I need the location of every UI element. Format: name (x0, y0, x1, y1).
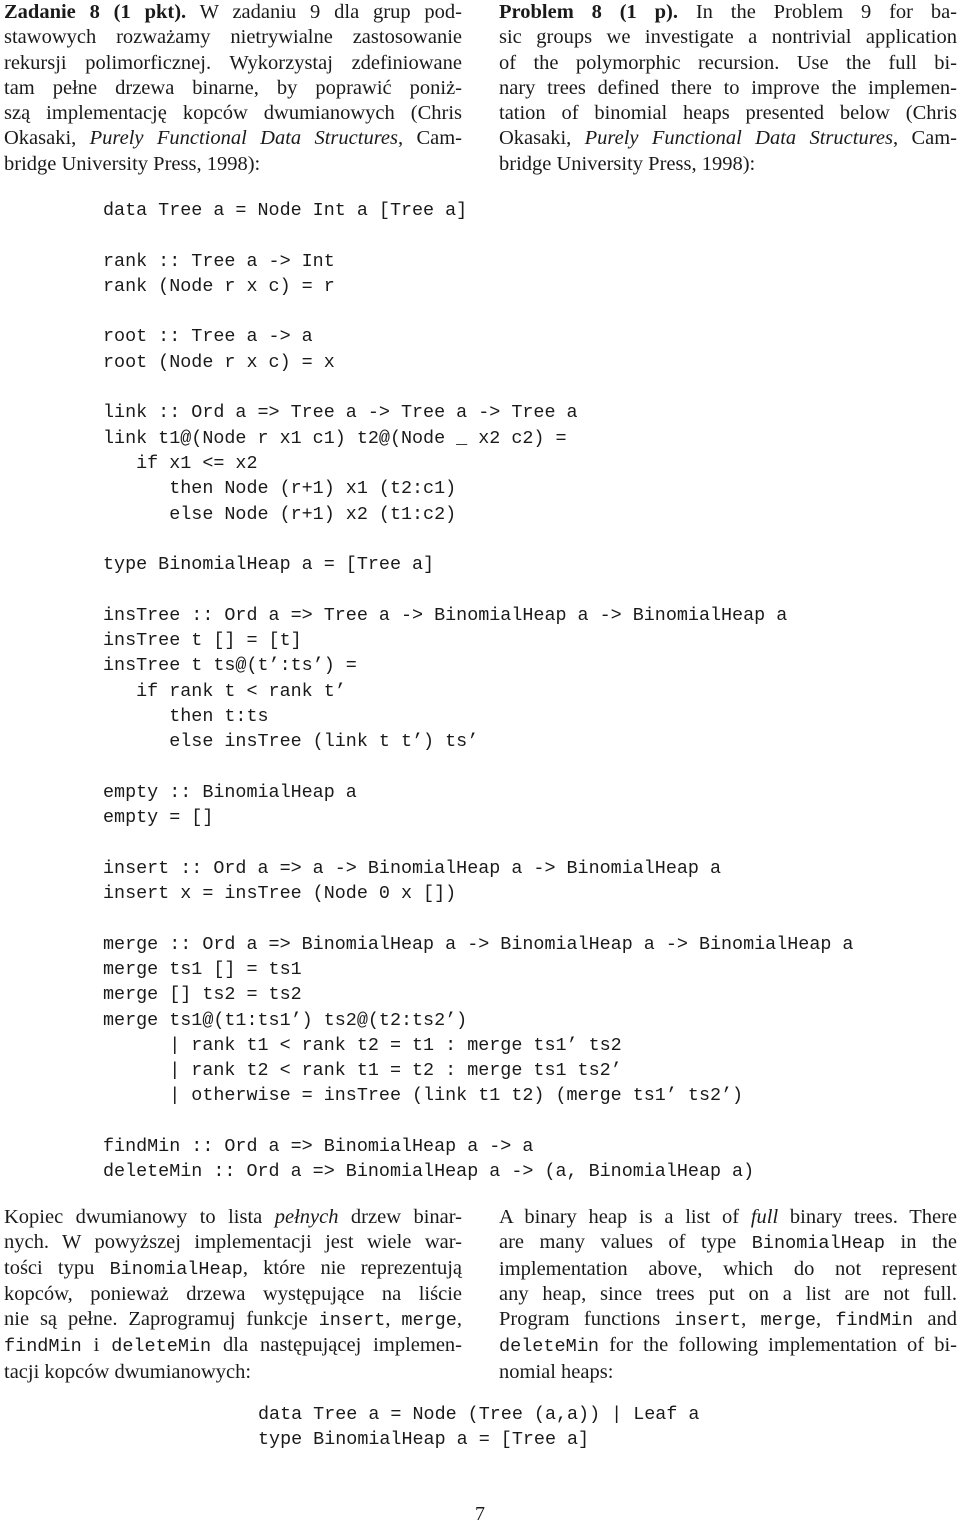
code-line: else insTree (link t t’) ts’ (103, 731, 479, 753)
code-line: insTree t ts@(t’:ts’) = (103, 655, 357, 677)
code-line: then Node (r+1) x1 (t2:c1) (103, 478, 457, 500)
inline-code: deleteMin (499, 1336, 599, 1358)
code-line: type BinomialHeap a = [Tree a] (258, 1429, 590, 1451)
code-line: empty :: BinomialHeap a (103, 781, 357, 803)
code-line: | rank t1 < rank t2 = t1 : merge ts1’ ts… (103, 1034, 622, 1056)
code-line: if x1 <= x2 (103, 452, 258, 474)
text-line: Kopiec dwumianowy to lista pełnych drzew… (4, 1206, 462, 1228)
code-line: merge ts1@(t1:ts1’) ts2@(t2:ts2’) (103, 1009, 468, 1031)
text-line: implementation above, which do not repre… (499, 1257, 957, 1280)
inline-code: merge (760, 1310, 816, 1332)
inline-code: BinomialHeap (109, 1258, 243, 1280)
code-line: rank (Node r x c) = r (103, 275, 335, 297)
code-listing-binomial-heap: data Tree a = Node Int a [Tree a]rank ::… (103, 198, 853, 1185)
text-line: Okasaki, Purely Functional Data Structur… (499, 127, 958, 150)
code-line: | otherwise = insTree (link t1 t2) (merg… (103, 1085, 744, 1107)
book-title: Purely Functional Data Structures (584, 127, 893, 150)
code-line: link t1@(Node r x1 c1) t2@(Node _ x2 c2)… (103, 427, 567, 449)
problem-statement-polish: Zadanie 8 (1 pkt). W zadaniu 9 dla grup … (4, 0, 462, 177)
text-line: bridge University Press, 1998): (4, 152, 261, 175)
text-line: A binary heap is a list of full binary t… (499, 1206, 958, 1228)
code-line: | rank t2 < rank t1 = t2 : merge ts1 ts2… (103, 1060, 622, 1082)
inline-code: findMin (4, 1336, 82, 1358)
code-line: insert x = insTree (Node 0 x []) (103, 883, 457, 905)
text-line: findMin i deleteMin dla następującej imp… (4, 1334, 462, 1358)
code-line: deleteMin :: Ord a => BinomialHeap a -> … (103, 1161, 755, 1183)
text-line: szą implementację kopców dwumianowych (C… (4, 102, 462, 125)
inline-code: insert (318, 1310, 386, 1332)
code-line: merge ts1 [] = ts1 (103, 958, 302, 980)
page-number: 7 (475, 1503, 485, 1525)
code-line: root :: Tree a -> a (103, 326, 313, 348)
code-listing-full-binary-tree: data Tree a = Node (Tree (a,a)) | Leaf a… (258, 1402, 699, 1453)
code-line: data Tree a = Node Int a [Tree a] (103, 200, 468, 221)
text-line: bridge University Press, 1998): (499, 152, 756, 175)
book-title: Purely Functional Data Structures (89, 127, 398, 150)
task-description-polish: Kopiec dwumianowy to lista pełnych drzew… (4, 1205, 462, 1385)
text-line: deleteMin for the following implementati… (499, 1334, 957, 1358)
text-line: Zadanie 8 (1 pkt). W zadaniu 9 dla grup … (4, 1, 462, 23)
task-description-english: A binary heap is a list of full binary t… (499, 1205, 957, 1385)
text-line: kopców, ponieważ drzewa występujące na l… (4, 1282, 462, 1305)
problem-statement-english: Problem 8 (1 p). In the Problem 9 for ba… (499, 0, 957, 177)
text-line: of the polymorphic recursion. Use the fu… (499, 51, 957, 74)
emphasis: pełnych (274, 1206, 339, 1228)
code-line: root (Node r x c) = x (103, 351, 335, 373)
text-line: rekursji polimorficznej. Wykorzystaj zde… (4, 51, 462, 74)
text-line: nie są pełne. Zaprogramuj funkcje insert… (4, 1308, 463, 1332)
text-line: tacji kopców dwumianowych: (4, 1360, 252, 1383)
text-line: tam pełne drzewa binarne, by poprawić po… (4, 76, 462, 99)
text-line: nych. W powyższej implementacji jest wie… (4, 1231, 462, 1254)
code-line: empty = [] (103, 807, 214, 829)
text-line: stawowych rozważamy nietrywialne zastoso… (4, 26, 462, 49)
emphasis: full (750, 1206, 779, 1228)
problem-heading-polish: Zadanie 8 (1 pkt). (4, 1, 187, 23)
code-line: insert :: Ord a => a -> BinomialHeap a -… (103, 857, 722, 879)
problem-heading-english: Problem 8 (1 p). (499, 1, 678, 23)
text-line: tości typu BinomialHeap, które nie repre… (4, 1256, 462, 1280)
code-line: if rank t < rank t’ (103, 680, 346, 702)
text-line: Program functions insert, merge, findMin… (499, 1308, 957, 1332)
code-line: findMin :: Ord a => BinomialHeap a -> a (103, 1135, 534, 1157)
text-line: nomial heaps: (499, 1360, 614, 1383)
text-line: Okasaki, Purely Functional Data Structur… (4, 127, 463, 150)
text-line: sic groups we investigate a nontrivial a… (499, 26, 957, 49)
inline-code: BinomialHeap (751, 1233, 886, 1255)
text-line: tation of binomial heaps presented below… (499, 102, 957, 125)
text-line: are many values of type BinomialHeap in … (499, 1231, 957, 1255)
inline-code: insert (674, 1310, 742, 1332)
code-line: else Node (r+1) x2 (t1:c2) (103, 503, 457, 525)
code-line: insTree t [] = [t] (103, 630, 302, 652)
inline-code: merge (401, 1310, 457, 1332)
code-line: type BinomialHeap a = [Tree a] (103, 554, 435, 576)
text-line: nary trees defined there to improve the … (499, 76, 957, 99)
code-line: rank :: Tree a -> Int (103, 250, 335, 272)
text-line: Problem 8 (1 p). In the Problem 9 for ba… (499, 1, 958, 23)
inline-code: findMin (835, 1310, 914, 1332)
code-line: insTree :: Ord a => Tree a -> BinomialHe… (103, 604, 788, 626)
inline-code: deleteMin (111, 1336, 212, 1358)
code-line: data Tree a = Node (Tree (a,a)) | Leaf a (258, 1404, 700, 1425)
code-line: then t:ts (103, 705, 269, 727)
code-line: merge [] ts2 = ts2 (103, 984, 302, 1006)
code-line: merge :: Ord a => BinomialHeap a -> Bino… (103, 933, 854, 955)
code-line: link :: Ord a => Tree a -> Tree a -> Tre… (103, 402, 578, 424)
text-line: any heap, since trees put on a list are … (499, 1282, 957, 1305)
